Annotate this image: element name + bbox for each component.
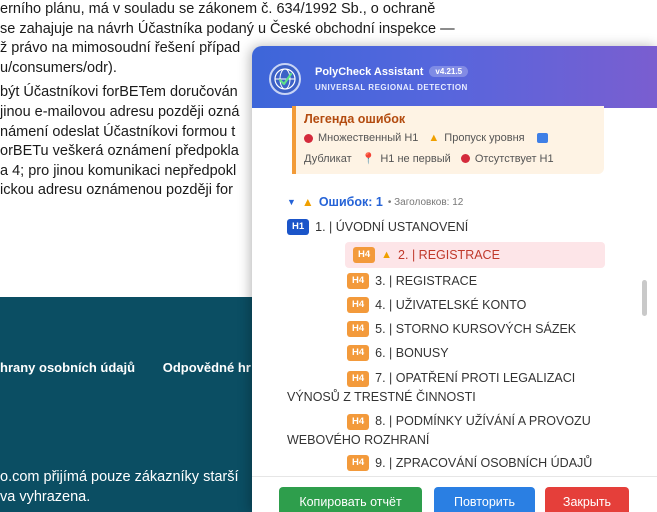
app-subtitle: UNIVERSAL REGIONAL DETECTION [315, 83, 468, 92]
panel-header: PolyCheck Assistant v4.21.5 UNIVERSAL REG… [252, 46, 657, 108]
warning-icon: ▲ [428, 132, 440, 144]
app-logo-icon [269, 63, 301, 95]
footer-links: hrany osobních údajů Odpovědné hr [0, 360, 251, 375]
legend-row: Дубликат 📍 H1 не первый Отсутствует H1 [304, 152, 564, 166]
copy-report-button[interactable]: Копировать отчёт [279, 487, 422, 512]
h4-badge: H4 [347, 345, 370, 361]
h4-badge: H4 [347, 413, 370, 430]
footer-copyright: o.com přijímá pouze zákazníky starší va … [0, 467, 239, 507]
warning-icon: ▲ [301, 195, 314, 209]
polycheck-panel: PolyCheck Assistant v4.21.5 UNIVERSAL REG… [252, 46, 657, 512]
duplicate-icon [536, 133, 548, 143]
heading-item[interactable]: H4 5. | STORNO KURSOVÝCH SÁZEK [347, 321, 576, 337]
footer-copy-line: o.com přijímá pouze zákazníky starší [0, 469, 239, 485]
warning-icon: ▲ [381, 249, 393, 261]
version-badge: v4.21.5 [429, 66, 469, 77]
legend-duplicate: Дубликат [304, 152, 352, 165]
red-dot-icon [460, 154, 470, 163]
heading-text-cont: WEBOVÉHO ROZHRANÍ [287, 433, 430, 447]
h1-badge: H1 [287, 219, 310, 235]
heading-text: 6. | BONUSY [375, 346, 449, 360]
footer-link-responsible[interactable]: Odpovědné hr [163, 360, 251, 375]
error-legend: Легенда ошибок Множественный H1 ▲ Пропуск… [292, 106, 604, 174]
errors-summary[interactable]: ▼ ▲ Ошибок: 1 • Заголовков: 12 [287, 195, 463, 209]
legend-row: Множественный H1 ▲ Пропуск уровня [304, 132, 548, 144]
footer-copy-line: va vyhrazena. [0, 489, 91, 505]
close-button[interactable]: Закрыть [545, 487, 629, 512]
legend-title: Легенда ошибок [304, 112, 406, 126]
h4-badge: H4 [353, 247, 376, 263]
legend-multiple-h1: Множественный H1 [304, 132, 418, 144]
legend-h1-not-first: 📍 H1 не первый [361, 152, 451, 166]
heading-text: 9. | ZPRACOVÁNÍ OSOBNÍCH ÚDAJŮ [375, 456, 593, 470]
panel-footer: Копировать отчёт Повторить Закрыть [252, 476, 657, 512]
h4-badge: H4 [347, 455, 370, 471]
heading-text: 1. | ÚVODNÍ USTANOVENÍ [315, 220, 469, 234]
heading-item[interactable]: H1 1. | ÚVODNÍ USTANOVENÍ [287, 219, 468, 235]
terms-line: se zahajuje na návrh Účastníka podaný u … [0, 20, 455, 37]
heading-item-error[interactable]: H4 ▲ 2. | REGISTRACE [345, 242, 605, 268]
h4-badge: H4 [347, 321, 370, 337]
footer-link-privacy[interactable]: hrany osobních údajů [0, 360, 135, 375]
heading-text: 4. | UŽIVATELSKÉ KONTO [375, 298, 527, 312]
red-dot-icon [304, 133, 313, 143]
errors-count: Ошибок: 1 [318, 195, 383, 209]
h4-badge: H4 [347, 370, 370, 387]
scrollbar-thumb[interactable] [642, 280, 647, 316]
heading-text: 7. | OPATŘENÍ PROTI LEGALIZACI [375, 371, 576, 385]
heading-item[interactable]: H4 6. | BONUSY [347, 345, 449, 361]
heading-text: 2. | REGISTRACE [398, 248, 500, 262]
heading-text: 5. | STORNO KURSOVÝCH SÁZEK [375, 322, 577, 336]
caret-down-icon[interactable]: ▼ [287, 197, 296, 207]
heading-text: 8. | PODMÍNKY UŽÍVÁNÍ A PROVOZU [375, 414, 591, 428]
app-title: PolyCheck Assistant v4.21.5 [315, 66, 469, 78]
legend-missing-h1: Отсутствует H1 [460, 153, 554, 165]
pin-icon: 📍 [361, 153, 376, 165]
heading-text: 3. | REGISTRACE [375, 274, 478, 288]
terms-line: erního plánu, má v souladu se zákonem č.… [0, 1, 436, 17]
headings-count: • Заголовков: 12 [387, 196, 464, 208]
heading-item[interactable]: H4 7. | OPATŘENÍ PROTI LEGALIZACI VÝNOSŮ… [287, 369, 575, 407]
h4-badge: H4 [347, 273, 370, 289]
legend-skipped-level: ▲ Пропуск уровня [428, 132, 525, 144]
app-name: PolyCheck Assistant [315, 66, 424, 78]
heading-item[interactable]: H4 9. | ZPRACOVÁNÍ OSOBNÍCH ÚDAJŮ [347, 455, 592, 471]
h4-badge: H4 [347, 297, 370, 313]
heading-item[interactable]: H4 3. | REGISTRACE [347, 273, 477, 289]
heading-item[interactable]: H4 8. | PODMÍNKY UŽÍVÁNÍ A PROVOZU WEBOV… [287, 412, 591, 450]
heading-item[interactable]: H4 4. | UŽIVATELSKÉ KONTO [347, 297, 526, 313]
retry-button[interactable]: Повторить [434, 487, 535, 512]
heading-text-cont: VÝNOSŮ Z TRESTNÉ ČINNOSTI [287, 390, 476, 404]
